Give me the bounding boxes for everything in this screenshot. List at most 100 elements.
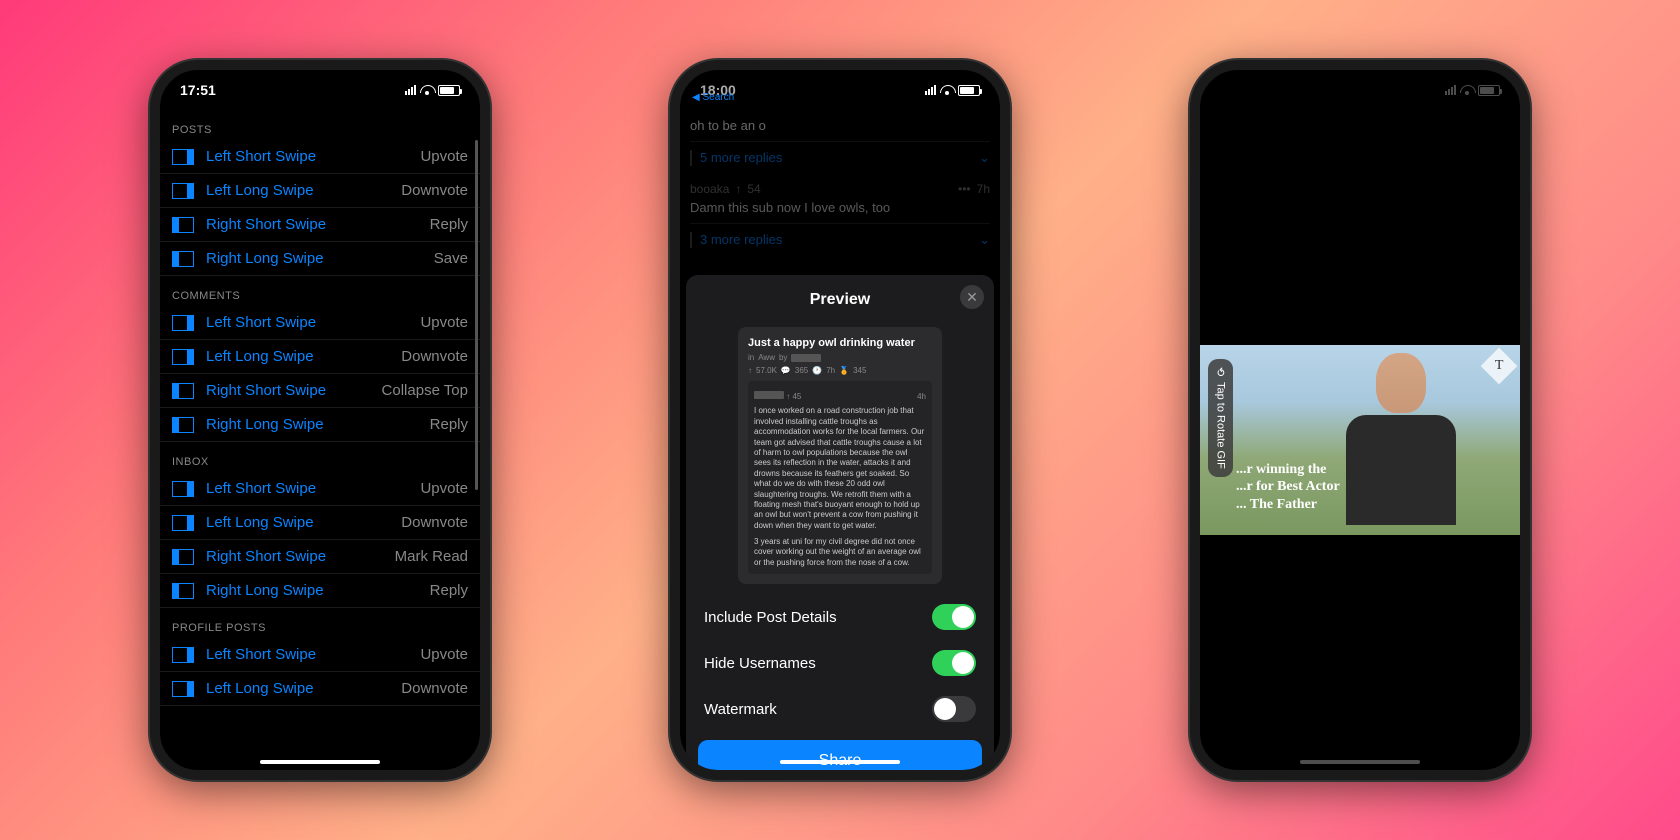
setting-label: Left Long Swipe xyxy=(206,182,314,199)
toggle-switch[interactable] xyxy=(932,696,976,722)
swipe-left-icon xyxy=(172,515,194,531)
more-icon[interactable]: ••• xyxy=(958,182,971,196)
swipe-left-icon xyxy=(172,149,194,165)
battery-icon xyxy=(1478,85,1500,96)
setting-value: Save xyxy=(434,250,468,267)
swipe-setting-row[interactable]: Right Short SwipeMark Read xyxy=(160,540,480,574)
home-indicator[interactable] xyxy=(260,760,380,764)
upvote-icon: ↑ xyxy=(735,182,741,196)
more-replies[interactable]: 5 more replies⌄ xyxy=(690,150,990,166)
swipe-setting-row[interactable]: Right Short Swipe Reply xyxy=(160,208,480,242)
swipe-right-icon xyxy=(172,383,194,399)
wifi-icon xyxy=(420,85,434,95)
phone-video: ⟲ Tap to Rotate GIF T ...r winning the .… xyxy=(1190,60,1530,780)
settings-screen[interactable]: POSTSLeft Short SwipeUpvoteLeft Long Swi… xyxy=(160,110,480,770)
toggle-label: Watermark xyxy=(704,701,777,718)
back-to-search[interactable]: ◀ Search xyxy=(692,92,734,103)
notch xyxy=(1280,70,1440,96)
redacted-username xyxy=(754,391,784,399)
swipe-right-icon xyxy=(172,417,194,433)
score: 54 xyxy=(747,182,760,196)
setting-label: Right Long Swipe xyxy=(206,582,324,599)
status-icons xyxy=(1445,85,1500,96)
swipe-left-icon xyxy=(172,183,194,199)
preview-post-title: Just a happy owl drinking water xyxy=(748,337,932,349)
source-badge: T xyxy=(1481,348,1518,385)
bg-post-title: oh to be an o xyxy=(690,110,990,142)
close-button[interactable]: ✕ xyxy=(960,285,984,309)
swipe-setting-row[interactable]: Left Short Swipe Upvote xyxy=(160,472,480,506)
setting-label: Left Long Swipe xyxy=(206,348,314,365)
scroll-indicator[interactable] xyxy=(475,140,478,490)
upvote-icon: ↑ xyxy=(748,366,752,375)
swipe-left-icon xyxy=(172,481,194,497)
swipe-setting-row[interactable]: Right Short SwipeCollapse Top xyxy=(160,374,480,408)
setting-label: Right Short Swipe xyxy=(206,548,326,565)
swipe-setting-row[interactable]: Left Long SwipeDownvote xyxy=(160,174,480,208)
status-icons xyxy=(405,85,460,96)
home-indicator[interactable] xyxy=(1300,760,1420,764)
setting-label: Left Short Swipe xyxy=(206,646,316,663)
comment-screen: oh to be an o 5 more replies⌄ booaka ↑ 5… xyxy=(680,110,1000,770)
status-icons xyxy=(925,85,980,96)
swipe-setting-row[interactable]: Left Long Swipe Downvote xyxy=(160,340,480,374)
awards-icon: 🏅 xyxy=(839,366,849,375)
phone-settings: 17:51 POSTSLeft Short SwipeUpvoteLeft Lo… xyxy=(150,60,490,780)
toggle-switch[interactable] xyxy=(932,650,976,676)
swipe-setting-row[interactable]: Right Long SwipeReply xyxy=(160,574,480,608)
age: 7h xyxy=(977,182,990,196)
gif-player[interactable]: ⟲ Tap to Rotate GIF T ...r winning the .… xyxy=(1200,345,1520,535)
swipe-left-icon xyxy=(172,647,194,663)
battery-icon xyxy=(958,85,980,96)
toggle-switch[interactable] xyxy=(932,604,976,630)
comment-row[interactable]: booaka ↑ 54 ••• 7h Damn this sub now I l… xyxy=(690,174,990,224)
swipe-setting-row[interactable]: Left Short SwipeUpvote xyxy=(160,638,480,672)
battery-icon xyxy=(438,85,460,96)
preview-body2: 3 years at uni for my civil degree did n… xyxy=(754,537,926,568)
background-content: oh to be an o 5 more replies⌄ booaka ↑ 5… xyxy=(680,110,1000,248)
status-time: 17:51 xyxy=(180,82,216,98)
share-button[interactable]: Share xyxy=(698,740,982,770)
section-header: PROFILE POSTS xyxy=(160,608,480,638)
setting-value: Upvote xyxy=(420,480,468,497)
wifi-icon xyxy=(1460,85,1474,95)
more-replies[interactable]: 3 more replies⌄ xyxy=(690,232,990,248)
signal-icon xyxy=(405,85,416,95)
setting-label: Right Short Swipe xyxy=(206,216,326,233)
home-indicator[interactable] xyxy=(780,760,900,764)
section-header: INBOX xyxy=(160,442,480,472)
setting-value: Downvote xyxy=(401,514,468,531)
swipe-setting-row[interactable]: Left Short SwipeUpvote xyxy=(160,306,480,340)
signal-icon xyxy=(925,85,936,95)
swipe-left-icon xyxy=(172,349,194,365)
swipe-right-icon xyxy=(172,583,194,599)
setting-value: Reply xyxy=(430,216,468,233)
toggle-label: Include Post Details xyxy=(704,609,837,626)
swipe-left-icon xyxy=(172,681,194,697)
setting-value: Reply xyxy=(430,416,468,433)
video-caption: ...r winning the ...r for Best Actor ...… xyxy=(1236,461,1340,514)
setting-label: Left Long Swipe xyxy=(206,680,314,697)
notch xyxy=(240,70,400,96)
swipe-setting-row[interactable]: Left Long Swipe Downvote xyxy=(160,506,480,540)
swipe-setting-row[interactable]: Left Long SwipeDownvote xyxy=(160,672,480,706)
comment-icon: 💬 xyxy=(781,366,791,375)
rotate-gif-button[interactable]: ⟲ Tap to Rotate GIF xyxy=(1208,359,1233,477)
person-figure xyxy=(1346,353,1456,527)
username[interactable]: booaka xyxy=(690,182,729,196)
setting-value: Downvote xyxy=(401,348,468,365)
subreddit: Aww xyxy=(758,353,775,362)
video-screen[interactable]: ⟲ Tap to Rotate GIF T ...r winning the .… xyxy=(1200,110,1520,770)
comment-body: Damn this sub now I love owls, too xyxy=(690,200,990,215)
swipe-setting-row[interactable]: Left Short SwipeUpvote xyxy=(160,140,480,174)
modal-title: Preview xyxy=(698,287,982,313)
setting-label: Left Short Swipe xyxy=(206,480,316,497)
setting-value: Upvote xyxy=(420,314,468,331)
rotate-icon: ⟲ xyxy=(1214,367,1227,376)
swipe-right-icon xyxy=(172,217,194,233)
swipe-setting-row[interactable]: Right Long Swipe Reply xyxy=(160,408,480,442)
redacted-username xyxy=(791,354,821,362)
setting-label: Left Long Swipe xyxy=(206,514,314,531)
swipe-setting-row[interactable]: Right Long SwipeSave xyxy=(160,242,480,276)
setting-label: Right Long Swipe xyxy=(206,416,324,433)
